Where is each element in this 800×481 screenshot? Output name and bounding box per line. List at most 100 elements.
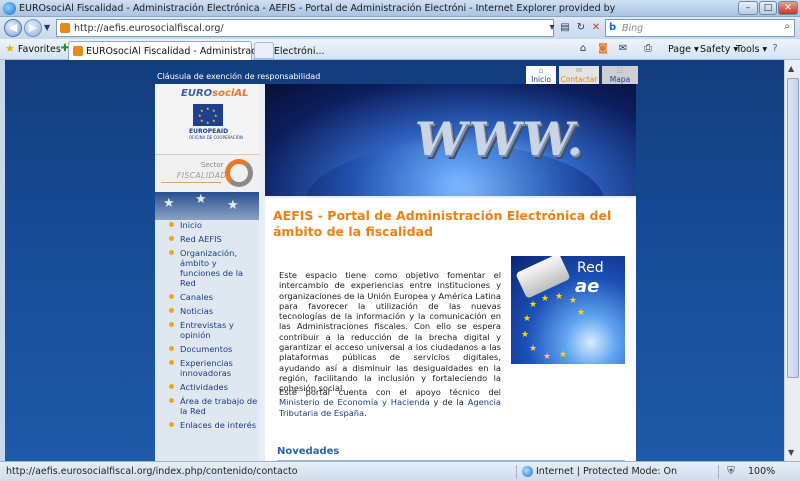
left-sidebar: EUROsociAL ★ ★ ★ ★ ★ ★ ★ ★ EUROPEAID OFICINA …: [155, 84, 259, 461]
ring-logo-icon: [225, 159, 253, 187]
menu-item-documentos[interactable]: Documentos: [155, 344, 259, 354]
address-field[interactable]: http://aefis.eurosocialfiscal.org/: [56, 19, 554, 37]
menu-item-organizacion[interactable]: Organización, ámbito y funciones de la R…: [155, 248, 259, 288]
favorites-label: Favorites: [17, 44, 61, 55]
maximize-button[interactable]: □: [759, 1, 777, 15]
safety-menu[interactable]: Safety ▾: [700, 44, 738, 55]
bullet-icon: [169, 422, 174, 427]
eu-star-icon: ★: [523, 314, 532, 324]
menu-item-entrevistas[interactable]: Entrevistas y opinión: [155, 320, 259, 340]
vertical-scrollbar[interactable]: ▲ ▼: [784, 60, 800, 461]
browser-tab[interactable]: EUROsociAl Fiscalidad - Administración E…: [68, 41, 325, 60]
search-field[interactable]: b Bing ⌕: [605, 19, 795, 37]
fiscalidad-label: FISCALIDAD: [177, 171, 227, 180]
print-icon[interactable]: ⎙: [641, 42, 655, 56]
favorites-star-icon: ★: [5, 42, 15, 55]
close-button[interactable]: ✕: [778, 1, 798, 15]
tab-inicio[interactable]: ⌂ Inicio: [526, 66, 556, 84]
menu-item-enlaces[interactable]: Enlaces de interés: [155, 420, 259, 430]
eu-star-icon: ★: [543, 352, 552, 362]
menu-item-canales[interactable]: Canales: [155, 292, 259, 302]
favorites-bar: ★ Favorites ✚ EUROsociAl Fiscalidad - Ad…: [0, 39, 800, 60]
eu-star-icon: ★: [541, 294, 550, 304]
protected-mode-icon[interactable]: ⛨: [724, 465, 738, 479]
main-menu: Inicio Red AEFIS Organización, ámbito y …: [155, 220, 259, 434]
forward-arrow-icon: ▶: [28, 21, 38, 34]
window-title-bar: EUROsociAl Fiscalidad - Administración E…: [0, 0, 800, 17]
forward-button[interactable]: ▶: [24, 19, 42, 37]
scroll-down-icon[interactable]: ▼: [788, 448, 794, 457]
new-tab-button[interactable]: [254, 42, 274, 59]
tab-inicio-label: Inicio: [531, 75, 551, 84]
history-dropdown-icon[interactable]: ▼: [44, 23, 50, 32]
favorites-button[interactable]: ★ Favorites: [5, 42, 61, 55]
minimize-button[interactable]: –: [738, 1, 758, 15]
support-paragraph: Este portal cuenta con el apoyo técnico …: [279, 387, 501, 418]
address-url: http://aefis.eurosocialfiscal.org/: [74, 23, 224, 34]
red-ae-image[interactable]: Red ae ★ ★ ★ ★ ★ ★ ★ ★ ★ ★: [511, 256, 625, 364]
feeds-icon[interactable]: ◙: [596, 42, 610, 56]
menu-item-actividades[interactable]: Actividades: [155, 382, 259, 392]
search-icon[interactable]: ⌕: [784, 21, 790, 32]
page-menu[interactable]: Page ▾: [668, 44, 699, 55]
fiscal-divider: [161, 182, 221, 183]
bullet-icon: [169, 236, 174, 241]
back-button[interactable]: ◀: [4, 19, 22, 37]
europeaid-sub-label: OFICINA DE COOPERACIÓN: [189, 135, 243, 140]
bullet-icon: [169, 294, 174, 299]
eu-star-icon: ★: [577, 308, 586, 318]
banner-www-text: WWW.: [410, 112, 592, 166]
status-bar: http://aefis.eurosocialfiscal.org/index.…: [0, 461, 800, 481]
help-icon[interactable]: ?: [768, 42, 782, 56]
eu-star-icon: ★: [529, 344, 538, 354]
address-dropdown-icon[interactable]: ▾: [545, 21, 559, 35]
home-icon[interactable]: ⌂: [576, 42, 590, 56]
novedades-heading: Novedades: [277, 446, 340, 457]
tab-contactar[interactable]: ✉ Contactar: [559, 66, 599, 84]
search-placeholder: Bing: [622, 23, 644, 34]
bullet-icon: [169, 360, 174, 365]
bing-icon: b: [609, 22, 617, 33]
red-label: Red: [577, 260, 604, 276]
refresh-icon[interactable]: ↻: [574, 21, 588, 35]
mail-icon[interactable]: ✉: [616, 42, 630, 56]
eu-star-icon: ★: [555, 292, 564, 302]
tab-title: EUROsociAl Fiscalidad - Administración E…: [86, 46, 325, 57]
menu-item-area-trabajo[interactable]: Área de trabajo de la Red: [155, 396, 259, 416]
bullet-icon: [169, 222, 174, 227]
bullet-icon: [169, 346, 174, 351]
address-row: ◀ ▶ ▼ http://aefis.eurosocialfiscal.org/…: [0, 17, 800, 39]
menu-item-inicio[interactable]: Inicio: [155, 220, 259, 230]
stars-decoration: ★ ★ ★: [155, 192, 259, 220]
security-zone[interactable]: Internet | Protected Mode: On: [536, 466, 677, 477]
menu-item-experiencias[interactable]: Experiencias innovadoras: [155, 358, 259, 378]
eu-star-icon: ★: [521, 330, 530, 340]
main-content: AEFIS - Portal de Administración Electró…: [265, 198, 636, 461]
site-favicon-icon: [60, 23, 70, 33]
page-heading: AEFIS - Portal de Administración Electró…: [273, 208, 612, 239]
tab-mapa-web[interactable]: ☷ Mapa web: [602, 66, 638, 93]
mail-icon: ✉: [575, 66, 583, 75]
ie-logo-icon: [3, 2, 16, 15]
eu-star-icon: ★: [559, 350, 568, 360]
sector-label: Sector: [201, 161, 224, 169]
scrollbar-thumb[interactable]: [787, 78, 799, 378]
menu-item-noticias[interactable]: Noticias: [155, 306, 259, 316]
www-globe-banner: WWW.: [265, 84, 636, 196]
page-container: EUROsociAL ★ ★ ★ ★ ★ ★ ★ ★ EUROPEAID OFICINA …: [155, 84, 636, 461]
disclaimer-link[interactable]: Cláusula de exención de responsabilidad: [157, 72, 320, 81]
ministerio-link[interactable]: Ministerio de Economía y Hacienda: [279, 397, 430, 407]
tools-menu[interactable]: Tools ▾: [736, 44, 767, 55]
bullet-icon: [169, 384, 174, 389]
zoom-level[interactable]: 100%: [748, 466, 775, 477]
eurosocial-logo[interactable]: EUROsociAL ★ ★ ★ ★ ★ ★ ★ ★ EUROPEAID OFICINA …: [155, 84, 259, 154]
scroll-up-icon[interactable]: ▲: [788, 64, 794, 73]
back-arrow-icon: ◀: [8, 21, 18, 34]
window-title: EUROsociAl Fiscalidad - Administración E…: [19, 3, 616, 14]
compatibility-view-icon[interactable]: ▤: [558, 21, 572, 35]
eurosocial-wordmark: EUROsociAL: [181, 88, 249, 99]
stop-icon[interactable]: ✕: [589, 21, 603, 35]
bullet-icon: [169, 250, 174, 255]
home-icon: ⌂: [538, 66, 544, 75]
menu-item-red-aefis[interactable]: Red AEFIS: [155, 234, 259, 244]
